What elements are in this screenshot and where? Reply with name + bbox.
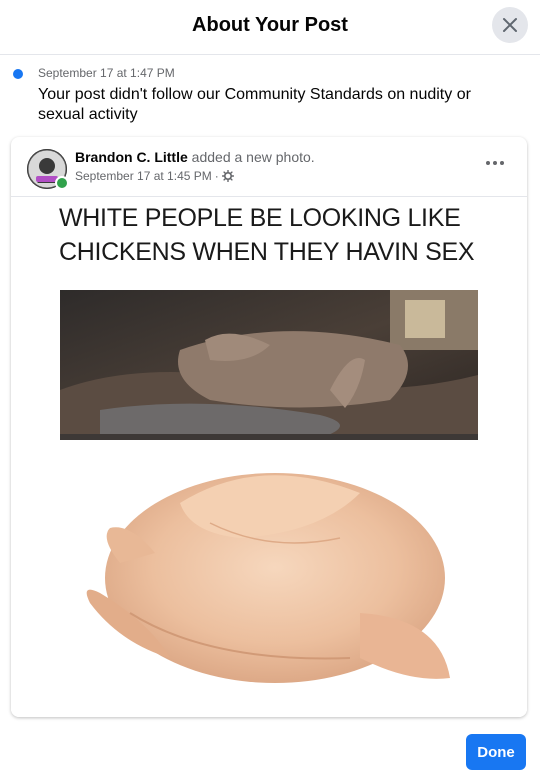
dialog-title: About Your Post xyxy=(192,14,348,36)
close-icon xyxy=(503,18,517,32)
done-button[interactable]: Done xyxy=(466,734,526,770)
post-image[interactable]: WHITE PEOPLE BE LOOKING LIKE CHICKENS WH… xyxy=(11,197,527,717)
post-meta: September 17 at 1:45 PM · xyxy=(75,169,234,183)
post-timestamp[interactable]: September 17 at 1:45 PM xyxy=(75,169,212,183)
more-options-icon xyxy=(486,161,504,165)
dark-photo xyxy=(60,290,478,440)
unread-dot xyxy=(13,69,23,79)
raw-chicken-photo xyxy=(60,443,478,699)
close-button[interactable] xyxy=(492,7,528,43)
post-card: Brandon C. Little added a new photo. Sep… xyxy=(11,137,527,717)
author-name[interactable]: Brandon C. Little xyxy=(75,149,188,165)
notice-message: Your post didn't follow our Community St… xyxy=(38,86,471,123)
image-caption: WHITE PEOPLE BE LOOKING LIKE CHICKENS WH… xyxy=(59,204,475,266)
notice-date: September 17 at 1:47 PM xyxy=(38,66,175,80)
more-options-button[interactable] xyxy=(481,153,509,173)
meta-separator: · xyxy=(214,169,219,183)
dialog-header: About Your Post xyxy=(0,0,540,55)
post-action: added a new photo. xyxy=(191,149,315,165)
post-header: Brandon C. Little added a new photo. xyxy=(75,149,315,165)
gear-icon xyxy=(221,170,234,182)
online-status-indicator xyxy=(55,176,69,190)
